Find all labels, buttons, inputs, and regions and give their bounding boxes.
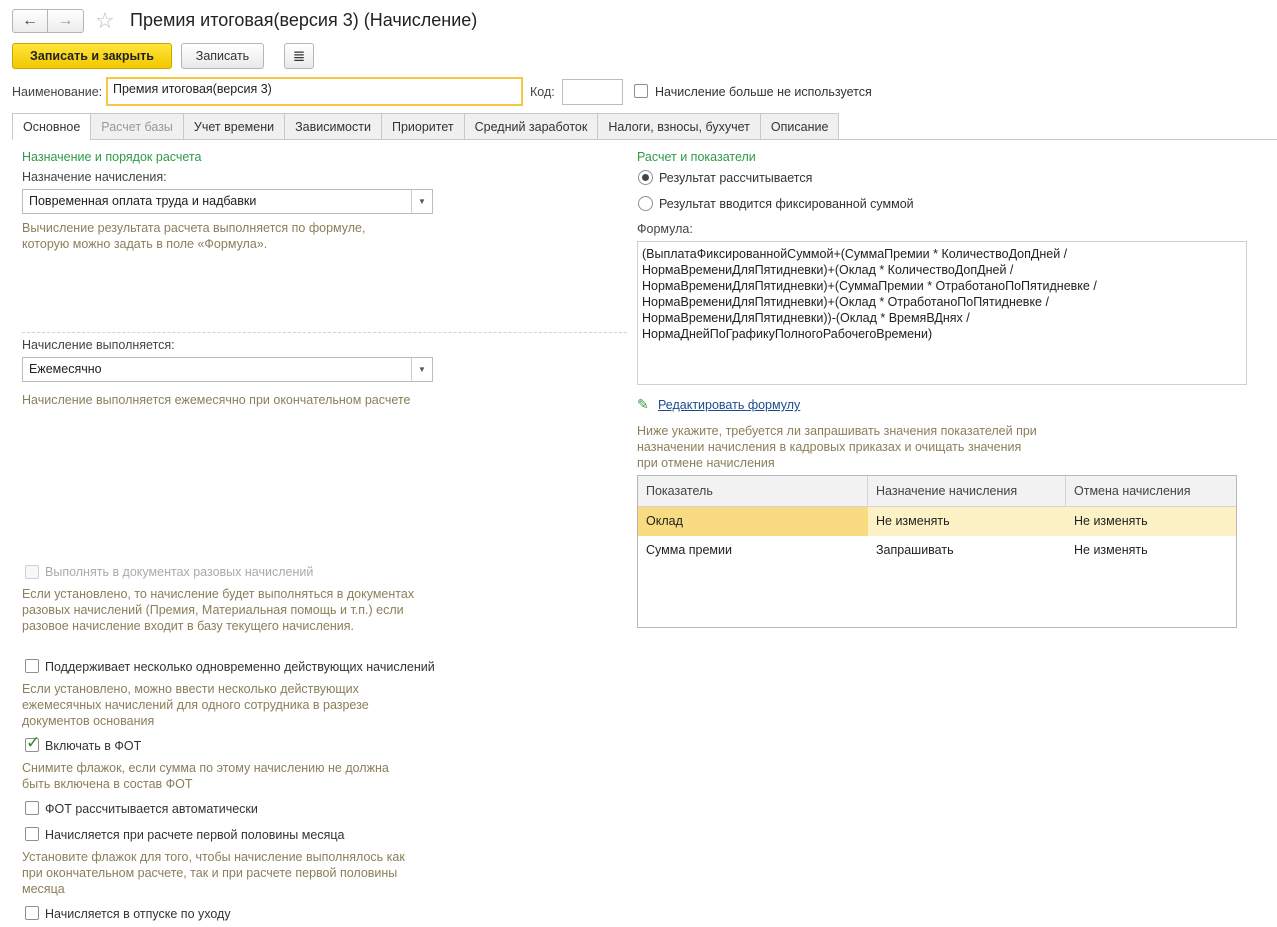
- indicators-hint: Ниже укажите, требуется ли запрашивать з…: [637, 424, 1037, 470]
- table-cell[interactable]: Запрашивать: [868, 536, 1066, 565]
- column-header-cancel[interactable]: Отмена начисления: [1066, 476, 1236, 507]
- radio-calculated-label: Результат рассчитывается: [659, 171, 813, 185]
- multi-checkbox[interactable]: [25, 659, 39, 673]
- fot-checkbox[interactable]: ✓: [25, 733, 40, 752]
- chevron-down-icon[interactable]: ▼: [411, 358, 432, 381]
- arrow-right-icon: →: [57, 12, 74, 29]
- report-button[interactable]: ≣: [284, 43, 314, 69]
- onetime-checkbox-label: Выполнять в документах разовых начислени…: [45, 565, 314, 579]
- radio-fixed-label: Результат вводится фиксированной суммой: [659, 197, 914, 211]
- table-row[interactable]: Оклад Не изменять Не изменять: [638, 507, 1236, 536]
- formula-label: Формула:: [637, 222, 693, 236]
- half-month-hint: Установите флажок для того, чтобы начисл…: [22, 850, 405, 896]
- right-section-title: Расчет и показатели: [637, 150, 756, 164]
- arrow-left-icon: ←: [22, 12, 38, 29]
- name-input[interactable]: Премия итоговая(версия 3): [106, 77, 523, 106]
- divider: [22, 332, 627, 333]
- leave-checkbox-label: Начисляется в отпуске по уходу: [45, 907, 231, 921]
- tab-bar: Основное Расчет базы Учет времени Зависи…: [12, 113, 840, 140]
- unused-checkbox-label: Начисление больше не используется: [655, 85, 872, 99]
- left-section-title: Назначение и порядок расчета: [22, 150, 202, 164]
- tab-base-calc[interactable]: Расчет базы: [90, 113, 183, 140]
- unused-checkbox[interactable]: [634, 84, 648, 98]
- table-cell[interactable]: Не изменять: [868, 507, 1066, 536]
- half-month-checkbox-label: Начисляется при расчете первой половины …: [45, 828, 345, 842]
- purpose-select-value: Повременная оплата труда и надбавки: [29, 194, 257, 208]
- onetime-hint: Если установлено, то начисление будет вы…: [22, 587, 415, 633]
- checkmark-icon: ✓: [26, 733, 41, 752]
- exec-label: Начисление выполняется:: [22, 338, 175, 352]
- table-row[interactable]: Сумма премии Запрашивать Не изменять: [638, 536, 1236, 565]
- chevron-down-icon[interactable]: ▼: [411, 190, 432, 213]
- column-header-assignment[interactable]: Назначение начисления: [868, 476, 1066, 507]
- radio-calculated[interactable]: [638, 170, 653, 185]
- multi-hint: Если установлено, можно ввести несколько…: [22, 682, 369, 728]
- save-and-close-button[interactable]: Записать и закрыть: [12, 43, 172, 69]
- tab-main[interactable]: Основное: [12, 113, 91, 140]
- table-header: Показатель Назначение начисления Отмена …: [638, 476, 1236, 507]
- purpose-hint: Вычисление результата расчета выполняетс…: [22, 221, 366, 251]
- table-cell[interactable]: Не изменять: [1066, 507, 1236, 536]
- fot-auto-checkbox-label: ФОТ рассчитывается автоматически: [45, 802, 258, 816]
- exec-select-value: Ежемесячно: [29, 362, 102, 376]
- forward-button[interactable]: →: [48, 9, 84, 33]
- tab-priority[interactable]: Приоритет: [380, 113, 464, 140]
- fot-auto-checkbox[interactable]: [25, 801, 39, 815]
- code-label: Код:: [530, 85, 555, 99]
- list-icon: ≣: [292, 48, 306, 65]
- multi-checkbox-label: Поддерживает несколько одновременно дейс…: [45, 660, 435, 674]
- radio-selected-dot: [642, 174, 649, 181]
- code-input[interactable]: [562, 79, 623, 105]
- onetime-checkbox[interactable]: [25, 565, 39, 579]
- purpose-select[interactable]: Повременная оплата труда и надбавки ▼: [22, 189, 433, 214]
- tab-dependencies[interactable]: Зависимости: [284, 113, 381, 140]
- table-cell[interactable]: Не изменять: [1066, 536, 1236, 565]
- tab-taxes[interactable]: Налоги, взносы, бухучет: [597, 113, 760, 140]
- radio-fixed[interactable]: [638, 196, 653, 211]
- back-button[interactable]: ←: [12, 9, 48, 33]
- page-title: Премия итоговая(версия 3) (Начисление): [130, 10, 478, 30]
- formula-textarea[interactable]: (ВыплатаФиксированнойСуммой+(СуммаПремии…: [637, 241, 1247, 385]
- favorite-star-icon[interactable]: ☆: [95, 8, 115, 34]
- purpose-label: Назначение начисления:: [22, 170, 167, 184]
- leave-checkbox[interactable]: [25, 906, 39, 920]
- exec-hint: Начисление выполняется ежемесячно при ок…: [22, 393, 411, 407]
- fot-checkbox-label: Включать в ФОТ: [45, 739, 142, 753]
- save-button[interactable]: Записать: [181, 43, 264, 69]
- tab-description[interactable]: Описание: [759, 113, 840, 140]
- table-cell[interactable]: Сумма премии: [638, 536, 868, 565]
- tab-time-accounting[interactable]: Учет времени: [182, 113, 285, 140]
- table-cell[interactable]: Оклад: [638, 507, 868, 536]
- indicators-table: Показатель Назначение начисления Отмена …: [637, 475, 1237, 628]
- name-label: Наименование:: [12, 85, 103, 99]
- pencil-icon: ✎: [637, 396, 649, 412]
- tab-average-earnings[interactable]: Средний заработок: [463, 113, 598, 140]
- edit-formula-link[interactable]: Редактировать формулу: [658, 398, 800, 412]
- fot-hint: Снимите флажок, если сумма по этому начи…: [22, 761, 389, 791]
- column-header-indicator[interactable]: Показатель: [638, 476, 868, 507]
- half-month-checkbox[interactable]: [25, 827, 39, 841]
- exec-select[interactable]: Ежемесячно ▼: [22, 357, 433, 382]
